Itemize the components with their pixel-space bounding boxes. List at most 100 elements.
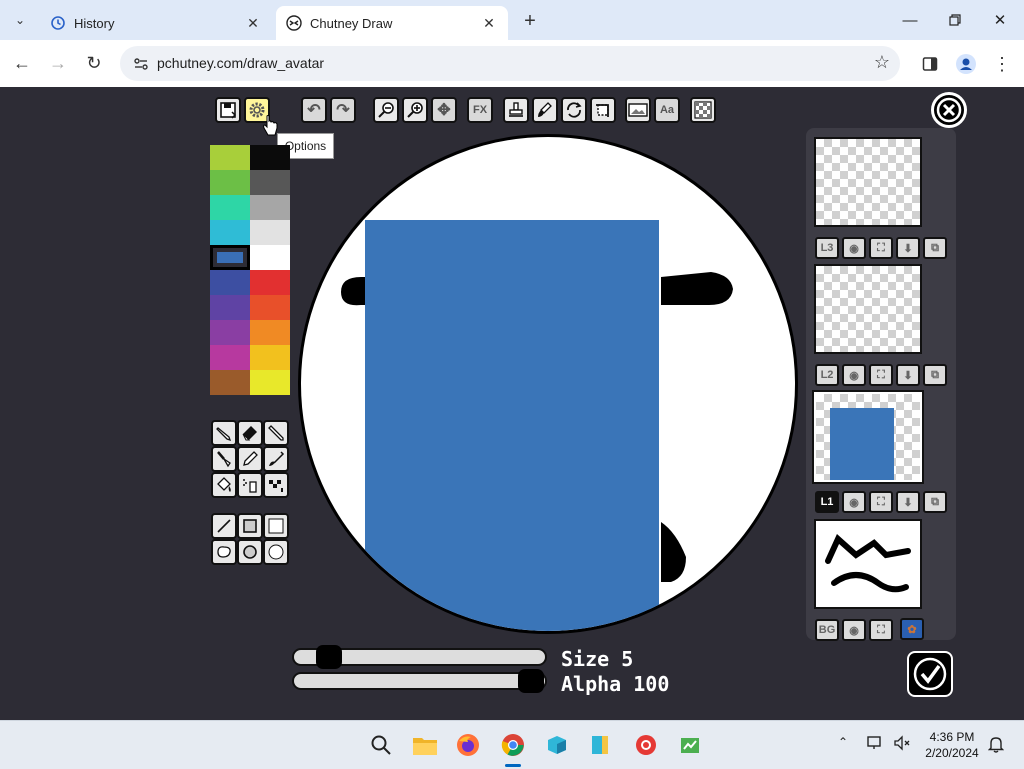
- color-swatch[interactable]: [210, 320, 250, 345]
- side-panel-icon[interactable]: [916, 50, 944, 78]
- lasso-tool-button[interactable]: [211, 539, 237, 565]
- browser-menu-icon[interactable]: ⋮: [988, 50, 1016, 78]
- layer-3-visibility[interactable]: ◉: [842, 237, 866, 259]
- layer-3-move-down[interactable]: ⬇: [896, 237, 920, 259]
- notification-bell-icon[interactable]: [987, 735, 1005, 756]
- network-icon[interactable]: [866, 735, 886, 754]
- brush-tool-button[interactable]: [211, 446, 237, 472]
- color-swatch[interactable]: [210, 245, 250, 270]
- layer-2-visibility[interactable]: ◉: [842, 364, 866, 386]
- size-slider-handle[interactable]: [316, 645, 343, 669]
- confirm-button[interactable]: [907, 651, 953, 697]
- color-swatch[interactable]: [250, 220, 290, 245]
- color-swatch[interactable]: [250, 145, 290, 170]
- close-window-button[interactable]: ✕: [978, 6, 1022, 34]
- minimize-button[interactable]: —: [888, 6, 932, 34]
- background-texture-button[interactable]: ✿: [900, 618, 924, 640]
- pen-tool-button[interactable]: [211, 420, 237, 446]
- color-swatch[interactable]: [250, 295, 290, 320]
- restore-button[interactable]: [933, 6, 977, 34]
- color-swatch[interactable]: [210, 195, 250, 220]
- layer-3-duplicate[interactable]: ⧉: [923, 237, 947, 259]
- ellipse-outline-tool-button[interactable]: [237, 539, 263, 565]
- tab-chutney-draw[interactable]: Chutney Draw ✕: [276, 6, 508, 40]
- color-swatch[interactable]: [210, 270, 250, 295]
- spray-tool-button[interactable]: [237, 472, 263, 498]
- tab-history[interactable]: History ✕: [40, 6, 272, 40]
- layer-1-move-down[interactable]: ⬇: [896, 491, 920, 513]
- file-explorer-icon[interactable]: [411, 731, 439, 759]
- color-swatch[interactable]: [210, 170, 250, 195]
- color-swatch[interactable]: [210, 295, 250, 320]
- pencil-tool-button[interactable]: [263, 420, 289, 446]
- show-hidden-icons[interactable]: ⌃: [838, 735, 848, 749]
- tab-search-button[interactable]: ⌄: [8, 8, 32, 32]
- save-button[interactable]: [215, 97, 241, 123]
- color-swatch[interactable]: [250, 245, 290, 270]
- layer-3-delete[interactable]: ⛶: [869, 237, 893, 259]
- color-swatch[interactable]: [210, 145, 250, 170]
- color-swatch[interactable]: [250, 320, 290, 345]
- layer-1-delete[interactable]: ⛶: [869, 491, 893, 513]
- background-button[interactable]: [625, 97, 651, 123]
- bookmark-star-icon[interactable]: ☆: [874, 52, 890, 73]
- reload-button[interactable]: ↻: [81, 50, 107, 76]
- address-bar[interactable]: pchutney.com/draw_avatar ☆: [120, 46, 900, 81]
- layer-1-visibility[interactable]: ◉: [842, 491, 866, 513]
- zoom-in-button[interactable]: [402, 97, 428, 123]
- smudge-tool-button[interactable]: [263, 446, 289, 472]
- fx-button[interactable]: FX: [467, 97, 493, 123]
- back-button[interactable]: ←: [9, 50, 35, 76]
- volume-muted-icon[interactable]: [893, 735, 911, 754]
- layer-1-duplicate[interactable]: ⧉: [923, 491, 947, 513]
- close-tab-icon[interactable]: ✕: [244, 14, 262, 32]
- background-layer-thumbnail[interactable]: [814, 519, 922, 609]
- pattern-tool-button[interactable]: [263, 472, 289, 498]
- background-layer-label[interactable]: BG: [815, 619, 839, 641]
- rotate-button[interactable]: [561, 97, 587, 123]
- ellipse-fill-tool-button[interactable]: [263, 539, 289, 565]
- chrome-icon[interactable]: [499, 731, 527, 759]
- text-tool-button[interactable]: Aa: [654, 97, 680, 123]
- alpha-slider-handle[interactable]: [518, 669, 544, 693]
- color-swatch[interactable]: [210, 220, 250, 245]
- background-layer-visibility[interactable]: ◉: [842, 619, 866, 641]
- stamp-button[interactable]: [503, 97, 529, 123]
- redo-button[interactable]: ↷: [330, 97, 356, 123]
- layer-1-label[interactable]: L1: [815, 491, 839, 513]
- layer-2-duplicate[interactable]: ⧉: [923, 364, 947, 386]
- color-swatch[interactable]: [250, 345, 290, 370]
- fill-tool-button[interactable]: [211, 472, 237, 498]
- rect-outline-tool-button[interactable]: [237, 513, 263, 539]
- new-tab-button[interactable]: +: [518, 9, 542, 33]
- color-swatch[interactable]: [210, 345, 250, 370]
- color-swatch[interactable]: [250, 195, 290, 220]
- layer-2-label[interactable]: L2: [815, 364, 839, 386]
- forward-button[interactable]: →: [45, 50, 71, 76]
- marker-tool-button[interactable]: [237, 446, 263, 472]
- line-tool-button[interactable]: [211, 513, 237, 539]
- move-button[interactable]: ✥: [431, 97, 457, 123]
- layer-2-delete[interactable]: ⛶: [869, 364, 893, 386]
- layer-2-thumbnail[interactable]: [814, 264, 922, 354]
- brush-settings-button[interactable]: [532, 97, 558, 123]
- search-icon[interactable]: [367, 731, 395, 759]
- transparency-button[interactable]: [690, 97, 716, 123]
- alpha-slider[interactable]: [292, 672, 547, 690]
- color-swatch[interactable]: [250, 370, 290, 395]
- background-layer-delete[interactable]: ⛶: [869, 619, 893, 641]
- crop-button[interactable]: [590, 97, 616, 123]
- color-swatch[interactable]: [250, 270, 290, 295]
- system-clock[interactable]: 4:36 PM 2/20/2024: [920, 729, 984, 761]
- close-editor-button[interactable]: [931, 92, 967, 128]
- layer-3-label[interactable]: L3: [815, 237, 839, 259]
- rect-fill-tool-button[interactable]: [263, 513, 289, 539]
- profile-avatar-icon[interactable]: [952, 50, 980, 78]
- zoom-out-button[interactable]: [373, 97, 399, 123]
- book-app-icon[interactable]: [586, 731, 614, 759]
- media-app-icon[interactable]: [632, 731, 660, 759]
- site-info-icon[interactable]: [132, 55, 150, 73]
- cube-app-icon[interactable]: [543, 731, 571, 759]
- firefox-icon[interactable]: [454, 731, 482, 759]
- chart-app-icon[interactable]: [676, 731, 704, 759]
